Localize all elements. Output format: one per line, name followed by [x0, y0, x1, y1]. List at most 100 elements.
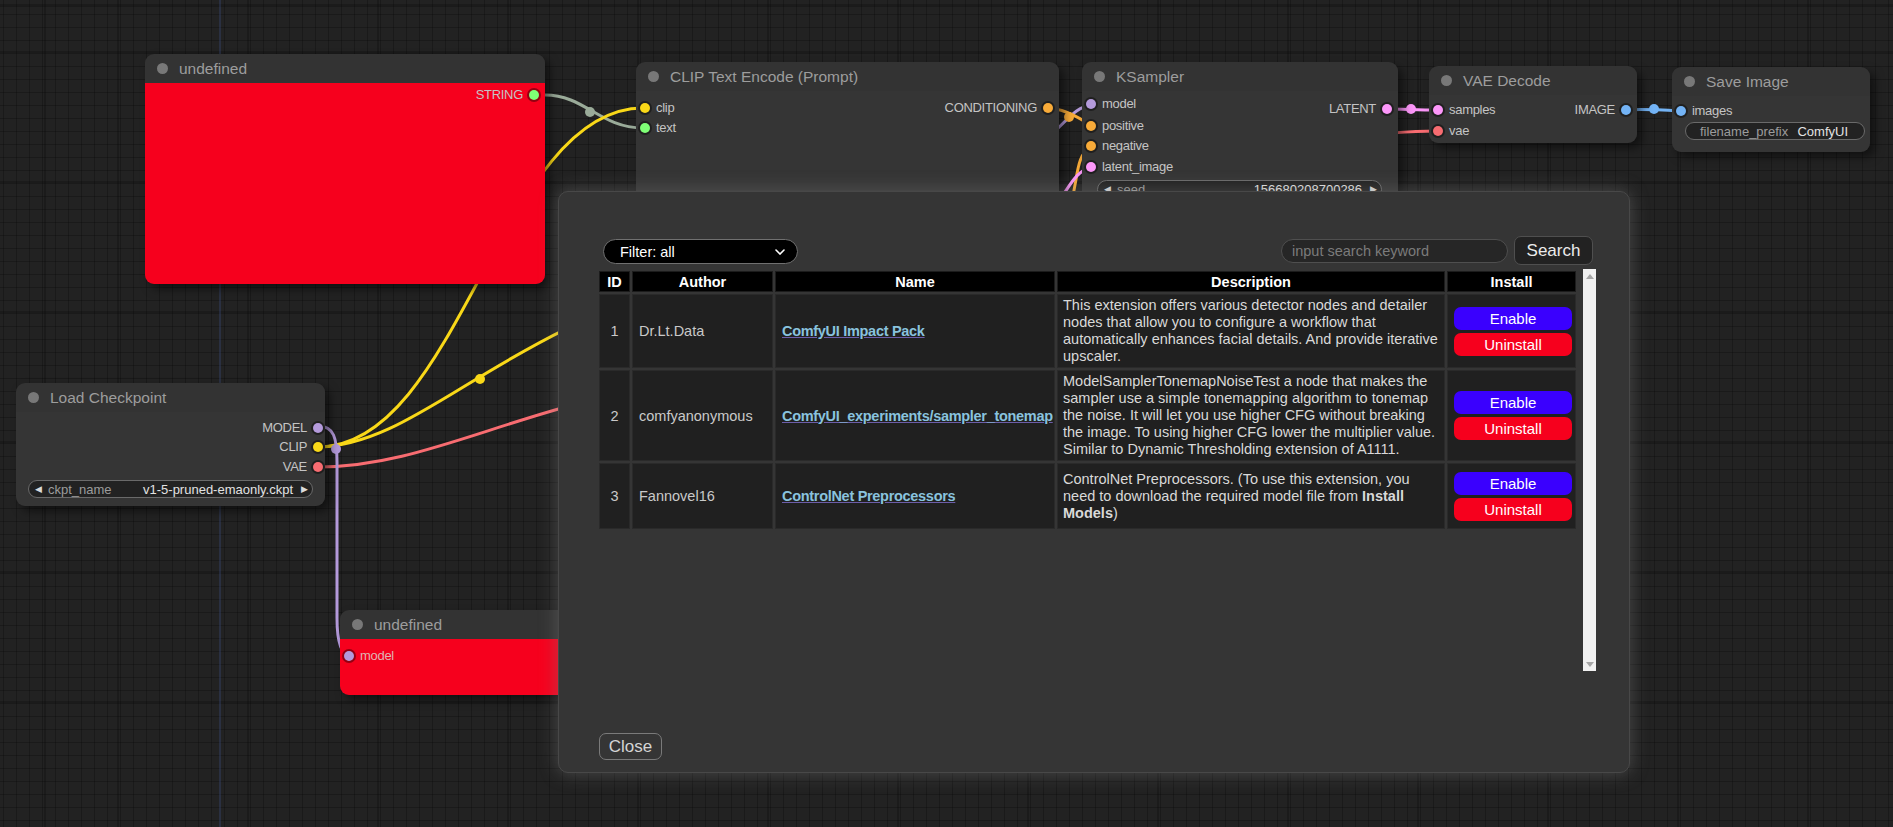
- column-header-id: ID: [599, 271, 630, 292]
- filter-select[interactable]: Filter: all: [603, 239, 798, 264]
- model-input-label: model: [1102, 96, 1136, 111]
- description-text: This extension offers various detector n…: [1063, 297, 1438, 364]
- CONDITIONING-output-port[interactable]: [1043, 103, 1053, 113]
- decrement-arrow-icon[interactable]: ◀: [29, 485, 48, 494]
- ckpt_name-widget-label: ckpt_name: [48, 482, 112, 497]
- latent_image-input-port[interactable]: [1086, 162, 1096, 172]
- vae-input-label: vae: [1449, 123, 1469, 138]
- samples-input-label: samples: [1449, 102, 1495, 117]
- undefined-node-top[interactable]: undefined STRING: [145, 54, 545, 284]
- samples-input-port[interactable]: [1433, 105, 1443, 115]
- save-image-node[interactable]: Save Image images filename_prefix ComfyUI: [1672, 67, 1870, 152]
- filename_prefix-widget-value: ComfyUI: [1797, 124, 1864, 139]
- extension-row: 3Fannovel16 ControlNet Preprocessors Contr…: [599, 463, 1576, 529]
- STRING-output-label: STRING: [476, 87, 523, 102]
- model-input-port[interactable]: [344, 651, 354, 661]
- filename_prefix-widget[interactable]: filename_prefix ComfyUI: [1685, 122, 1865, 140]
- node-titlebar: undefined: [145, 54, 545, 83]
- load-checkpoint-node[interactable]: Load Checkpoint MODEL CLIP VAE ◀ckpt_name v1-…: [16, 383, 325, 506]
- cell-id: 2: [599, 370, 630, 461]
- vae-decode-node[interactable]: VAE DecodesamplesvaeIMAGE: [1429, 66, 1637, 143]
- IMAGE-output-port[interactable]: [1621, 105, 1631, 115]
- description-text: ModelSamplerTonemapNoiseTest a node that…: [1063, 373, 1435, 457]
- search-input[interactable]: [1281, 239, 1508, 263]
- node-title: KSampler: [1116, 62, 1184, 91]
- cell-id: 3: [599, 463, 630, 529]
- MODEL-output-label: MODEL: [262, 420, 307, 435]
- ckpt_name-widget-value: v1-5-pruned-emaonly.ckpt: [143, 482, 293, 497]
- column-header-install: Install: [1447, 271, 1576, 292]
- MODEL-output-port[interactable]: [313, 423, 323, 433]
- link-string-to-text-midpoint-dot: [585, 107, 595, 117]
- increment-arrow-icon[interactable]: ▶: [301, 485, 312, 494]
- ksampler-node[interactable]: KSamplermodelpositivenegativelatent_imag…: [1082, 62, 1398, 205]
- scroll-up-icon[interactable]: [1583, 269, 1596, 283]
- extension-link[interactable]: ComfyUI_experiments/sampler_tonemap: [782, 408, 1053, 424]
- cell-author: Dr.Lt.Data: [632, 294, 773, 368]
- enable-button[interactable]: Enable: [1454, 472, 1572, 495]
- scroll-down-icon[interactable]: [1583, 657, 1596, 671]
- uninstall-button[interactable]: Uninstall: [1454, 417, 1572, 440]
- column-header-author: Author: [632, 271, 773, 292]
- node-status-dot-icon: [1684, 76, 1695, 87]
- negative-input-label: negative: [1102, 138, 1149, 153]
- column-header-name: Name: [775, 271, 1055, 292]
- node-titlebar: Load Checkpoint: [16, 383, 325, 412]
- ckpt_name-widget[interactable]: ◀ckpt_name v1-5-pruned-emaonly.ckpt ▶: [28, 480, 313, 498]
- cell-author: Fannovel16: [632, 463, 773, 529]
- CONDITIONING-output-label: CONDITIONING: [945, 100, 1037, 115]
- filename_prefix-widget-label: filename_prefix: [1686, 124, 1788, 139]
- manager-dialog: Filter: all Search IDAuthorNameDescripti…: [558, 191, 1630, 773]
- node-titlebar: VAE Decode: [1429, 66, 1637, 95]
- chevron-down-icon: [775, 249, 785, 255]
- extensions-table-wrap: IDAuthorNameDescriptionInstall 1Dr.Lt.Da…: [597, 269, 1599, 671]
- model-input-label: model: [360, 648, 394, 663]
- extension-row: 2comfyanonymousComfyUI_experiments/sampl…: [599, 370, 1576, 461]
- cell-name: ComfyUI Impact Pack: [775, 294, 1055, 368]
- node-title: undefined: [179, 54, 247, 83]
- text-input-port[interactable]: [640, 123, 650, 133]
- link-model-to-undefined-midpoint-dot: [331, 444, 341, 454]
- positive-input-label: positive: [1102, 118, 1144, 133]
- positive-input-port[interactable]: [1086, 121, 1096, 131]
- STRING-output-port[interactable]: [529, 90, 539, 100]
- cell-description: ControlNet Preprocessors. (To use this e…: [1057, 463, 1445, 529]
- text-input-label: text: [656, 120, 676, 135]
- node-title: Save Image: [1706, 67, 1789, 96]
- close-button[interactable]: Close: [599, 733, 662, 760]
- node-status-dot-icon: [352, 619, 363, 630]
- node-status-dot-icon: [157, 63, 168, 74]
- enable-button[interactable]: Enable: [1454, 391, 1572, 414]
- model-input-port[interactable]: [1086, 99, 1096, 109]
- CLIP-output-port[interactable]: [313, 442, 323, 452]
- cell-install: Enable Uninstall: [1447, 294, 1576, 368]
- table-header-row: IDAuthorNameDescriptionInstall: [599, 271, 1576, 292]
- negative-input-port[interactable]: [1086, 141, 1096, 151]
- VAE-output-label: VAE: [283, 459, 307, 474]
- scrollbar[interactable]: [1583, 269, 1596, 671]
- images-input-label: images: [1692, 103, 1732, 118]
- uninstall-button[interactable]: Uninstall: [1454, 333, 1572, 356]
- enable-button[interactable]: Enable: [1454, 307, 1572, 330]
- link-clip-to-hidden-midpoint-dot: [475, 374, 485, 384]
- description-text: ControlNet Preprocessors. (To use this e…: [1063, 471, 1410, 504]
- node-status-dot-icon: [648, 71, 659, 82]
- extension-link[interactable]: ComfyUI Impact Pack: [782, 323, 925, 339]
- clip-input-label: clip: [656, 100, 674, 115]
- extension-link[interactable]: ControlNet Preprocessors: [782, 488, 955, 504]
- vae-input-port[interactable]: [1433, 126, 1443, 136]
- clip-input-port[interactable]: [640, 103, 650, 113]
- LATENT-output-port[interactable]: [1382, 104, 1392, 114]
- node-title: CLIP Text Encode (Prompt): [670, 62, 858, 91]
- uninstall-button[interactable]: Uninstall: [1454, 498, 1572, 521]
- clip-text-encode-node[interactable]: CLIP Text Encode (Prompt) clip text CONDITI…: [636, 62, 1059, 205]
- images-input-port[interactable]: [1676, 106, 1686, 116]
- node-status-dot-icon: [1094, 71, 1105, 82]
- CLIP-output-label: CLIP: [279, 439, 307, 454]
- VAE-output-port[interactable]: [313, 462, 323, 472]
- link-conditioning-to-positive-midpoint-dot: [1064, 112, 1074, 122]
- cell-description: ModelSamplerTonemapNoiseTest a node that…: [1057, 370, 1445, 461]
- node-body: [145, 83, 545, 284]
- search-button[interactable]: Search: [1514, 236, 1593, 265]
- node-title: Load Checkpoint: [50, 383, 166, 412]
